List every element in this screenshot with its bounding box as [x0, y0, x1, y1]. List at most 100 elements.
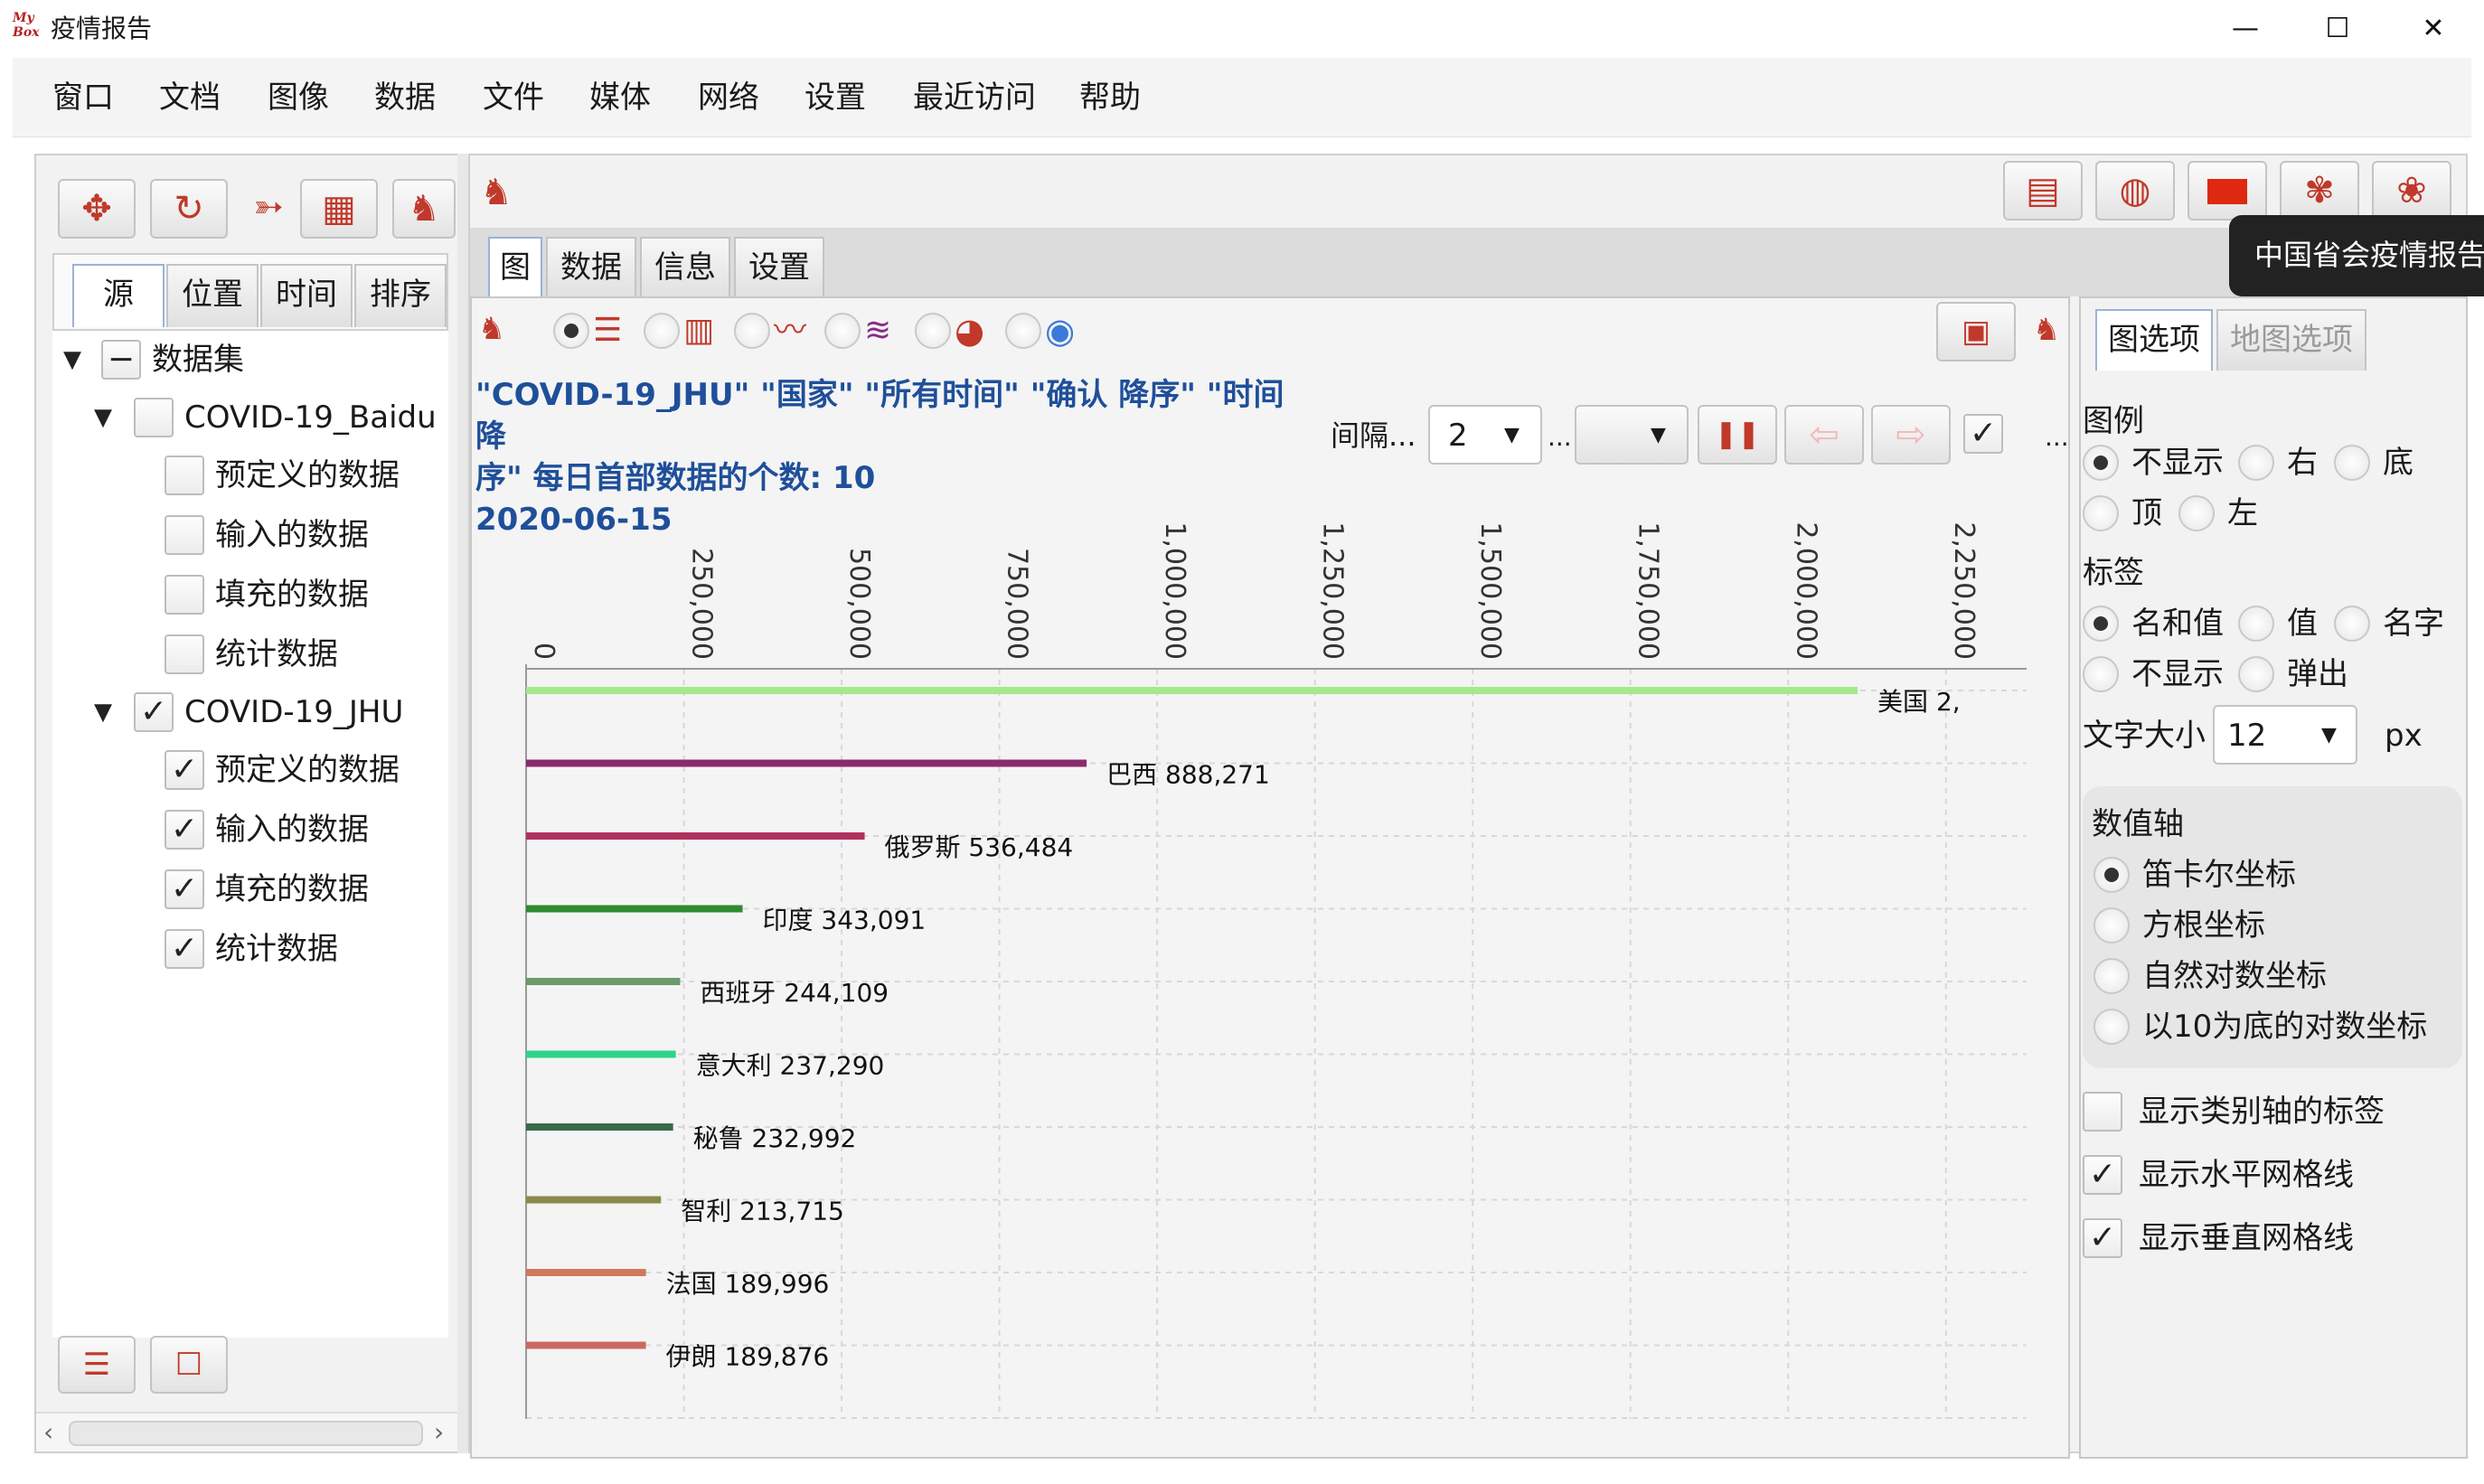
tab-data[interactable]: 数据	[546, 237, 636, 298]
snapshot-icon[interactable]: ▣	[1936, 302, 2016, 362]
tab-chart[interactable]: 图	[488, 237, 542, 298]
bar[interactable]	[526, 1050, 676, 1058]
collapse-icon[interactable]: ▼	[94, 392, 112, 443]
chart-type-radio-pie[interactable]	[915, 313, 951, 349]
item-checkbox[interactable]: ✓	[165, 750, 204, 790]
menu-image[interactable]: 图像	[268, 76, 329, 119]
label-radio-popup[interactable]	[2238, 656, 2274, 692]
bar[interactable]	[526, 1196, 662, 1204]
pattern-icon[interactable]: ▦	[300, 179, 378, 239]
legend-radio-bottom[interactable]	[2334, 445, 2370, 481]
tick-label: 1,750,000	[1632, 521, 1664, 660]
root-checkbox[interactable]: −	[101, 340, 141, 380]
select-all-icon[interactable]: ☰	[58, 1336, 136, 1394]
tab-chart-options[interactable]: 图选项	[2095, 309, 2213, 371]
tab-map-options[interactable]: 地图选项	[2216, 309, 2366, 371]
vgrid-checkbox[interactable]: ✓	[2083, 1218, 2122, 1258]
font-size-combobox[interactable]: 12 ▼	[2213, 705, 2357, 765]
bar[interactable]	[526, 687, 1858, 694]
tree-item-label: 输入的数据	[215, 812, 369, 848]
tab-sort[interactable]: 排序	[354, 264, 447, 327]
globe-icon[interactable]: ◍	[2095, 161, 2175, 221]
dragon-icon[interactable]: ♞	[2028, 307, 2065, 352]
menu-help[interactable]: 帮助	[1079, 76, 1141, 119]
item-checkbox[interactable]	[165, 515, 204, 555]
horizontal-bar-icon: ☰	[593, 312, 623, 349]
horizontal-scrollbar[interactable]: ‹ ›	[36, 1412, 465, 1451]
menu-file[interactable]: 文件	[483, 76, 544, 119]
flower-icon[interactable]: ✾	[2280, 161, 2359, 221]
legend-radio-left[interactable]	[2178, 495, 2215, 531]
chart-type-radio-hbar[interactable]	[553, 313, 589, 349]
menu-window[interactable]: 窗口	[52, 76, 114, 119]
menu-document[interactable]: 文档	[159, 76, 221, 119]
chevron-down-icon[interactable]: ▼	[2321, 716, 2337, 756]
axis-radio-log10[interactable]	[2094, 1009, 2130, 1045]
app-logo: My Box	[13, 11, 40, 40]
hgrid-checkbox[interactable]: ✓	[2083, 1155, 2122, 1195]
tick-label: 1,250,000	[1317, 521, 1349, 660]
chart-type-radio-line[interactable]	[734, 313, 770, 349]
minimize-button[interactable]: —	[2218, 7, 2272, 51]
label-radio-name-value[interactable]	[2083, 606, 2119, 642]
dragon-icon[interactable]: ♞	[474, 170, 519, 215]
chart-type-radio-bar[interactable]	[644, 313, 680, 349]
target-icon[interactable]: ✥	[58, 179, 136, 239]
chart-type-radio-map[interactable]	[1005, 313, 1041, 349]
fish-icon[interactable]: ➳	[237, 179, 300, 239]
label-radio-name[interactable]	[2334, 606, 2370, 642]
bar[interactable]	[526, 759, 1087, 767]
legend-radio-top[interactable]	[2083, 495, 2119, 531]
legend-title: 图例	[2083, 403, 2144, 439]
bar[interactable]	[526, 1123, 673, 1131]
item-checkbox[interactable]: ✓	[165, 869, 204, 909]
tree-item-label: 预定义的数据	[215, 752, 400, 788]
menu-network[interactable]: 网络	[698, 76, 759, 119]
menu-recent[interactable]: 最近访问	[913, 76, 1036, 119]
lotus-icon[interactable]: ❀	[2372, 161, 2451, 221]
tab-info[interactable]: 信息	[640, 237, 730, 298]
collapse-icon[interactable]: ▼	[63, 334, 81, 385]
menu-media[interactable]: 媒体	[589, 76, 651, 119]
item-checkbox[interactable]	[165, 575, 204, 615]
select-none-icon[interactable]: ☐	[150, 1336, 228, 1394]
tab-settings[interactable]: 设置	[734, 237, 824, 298]
group-checkbox[interactable]	[134, 398, 174, 437]
category-label-checkbox[interactable]	[2083, 1092, 2122, 1132]
bar[interactable]	[526, 1269, 646, 1276]
dragon-icon[interactable]: ♞	[392, 179, 456, 239]
legend-radio-none[interactable]	[2083, 445, 2119, 481]
china-flag-icon[interactable]	[2188, 161, 2267, 221]
tick-label: 750,000	[1002, 548, 1033, 660]
table-icon[interactable]: ▤	[2003, 161, 2083, 221]
menu-data[interactable]: 数据	[374, 76, 436, 119]
scroll-right-icon[interactable]: ›	[434, 1417, 444, 1447]
axis-radio-cartesian[interactable]	[2094, 857, 2130, 893]
bar[interactable]	[526, 978, 681, 985]
axis-radio-ln[interactable]	[2094, 958, 2130, 994]
bar[interactable]	[526, 1341, 646, 1349]
item-checkbox[interactable]: ✓	[165, 929, 204, 969]
tab-source[interactable]: 源	[72, 264, 165, 327]
item-checkbox[interactable]	[165, 634, 204, 674]
tab-position[interactable]: 位置	[166, 264, 259, 327]
group-checkbox[interactable]: ✓	[134, 692, 174, 732]
bar[interactable]	[526, 905, 743, 913]
collapse-icon[interactable]: ▼	[94, 687, 112, 737]
label-radio-value[interactable]	[2238, 606, 2274, 642]
legend-radio-right[interactable]	[2238, 445, 2274, 481]
bar[interactable]	[526, 832, 865, 840]
tab-time[interactable]: 时间	[260, 264, 353, 327]
label-radio-none[interactable]	[2083, 656, 2119, 692]
close-button[interactable]: ✕	[2406, 7, 2460, 51]
item-checkbox[interactable]: ✓	[165, 810, 204, 850]
scrollbar-thumb[interactable]	[69, 1421, 423, 1446]
scroll-left-icon[interactable]: ‹	[43, 1417, 53, 1447]
maximize-button[interactable]: ☐	[2310, 7, 2365, 51]
dragon-icon[interactable]: ♞	[474, 309, 510, 349]
refresh-icon[interactable]: ↻	[150, 179, 228, 239]
axis-radio-sqrt[interactable]	[2094, 907, 2130, 944]
menu-settings[interactable]: 设置	[804, 76, 866, 119]
item-checkbox[interactable]	[165, 456, 204, 495]
chart-type-radio-race[interactable]	[824, 313, 861, 349]
